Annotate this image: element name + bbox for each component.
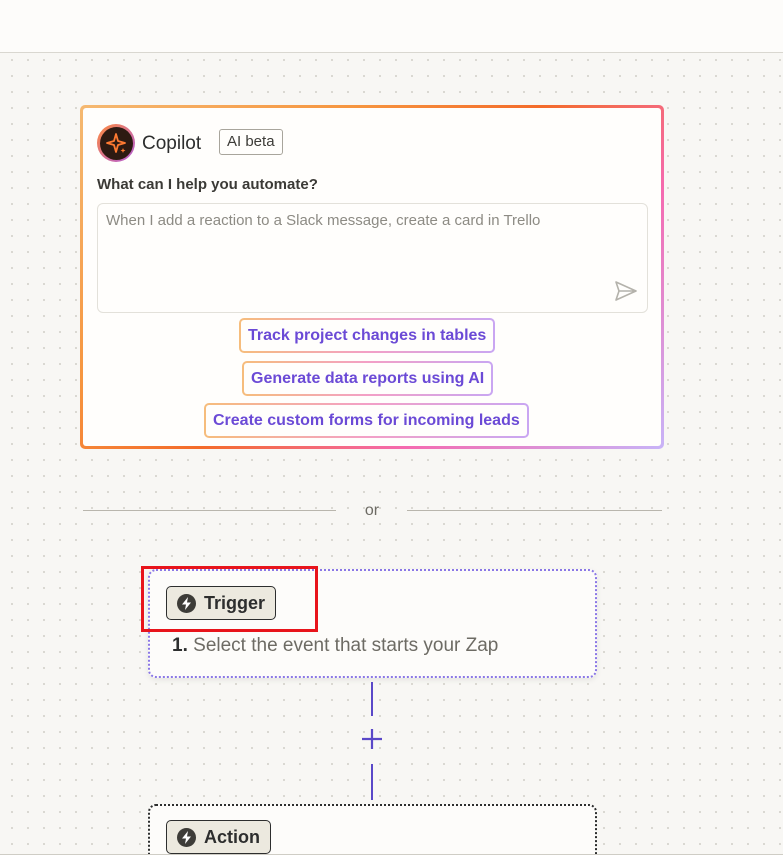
- send-icon[interactable]: [611, 278, 641, 304]
- copilot-title: Copilot: [142, 133, 202, 154]
- suggestion-generate-reports[interactable]: Generate data reports using AI: [242, 361, 494, 396]
- divider-line-left: [83, 510, 336, 511]
- action-label: Action: [204, 826, 260, 847]
- action-button[interactable]: Action: [166, 820, 271, 854]
- connector-line-top: [371, 682, 373, 716]
- suggestion-label: Generate data reports using AI: [244, 363, 492, 394]
- connector-line-bottom: [371, 764, 373, 800]
- trigger-description-text: Select the event that starts your Zap: [193, 635, 499, 656]
- copilot-panel: Copilot AI beta What can I help you auto…: [80, 105, 664, 449]
- top-bar: [0, 0, 783, 53]
- suggestion-label: Create custom forms for incoming leads: [206, 405, 527, 436]
- suggestion-label: Track project changes in tables: [241, 320, 494, 351]
- action-step-card[interactable]: Action: [148, 804, 597, 855]
- or-divider-text: or: [364, 502, 380, 519]
- suggestion-track-project-changes[interactable]: Track project changes in tables: [239, 318, 496, 353]
- copilot-prompt-input[interactable]: [97, 203, 648, 313]
- copilot-question: What can I help you automate?: [97, 176, 318, 193]
- ai-beta-badge: AI beta: [219, 129, 283, 155]
- step-number: 1.: [172, 635, 188, 656]
- divider-line-right: [407, 510, 662, 511]
- copilot-card: Copilot AI beta What can I help you auto…: [83, 108, 661, 446]
- suggestion-custom-forms[interactable]: Create custom forms for incoming leads: [204, 403, 529, 438]
- highlight-box: [141, 566, 318, 632]
- sparkle-icon: [97, 124, 135, 162]
- bolt-icon: [177, 827, 196, 847]
- trigger-description: 1. Select the event that starts your Zap: [172, 635, 498, 657]
- plus-icon[interactable]: [359, 726, 385, 752]
